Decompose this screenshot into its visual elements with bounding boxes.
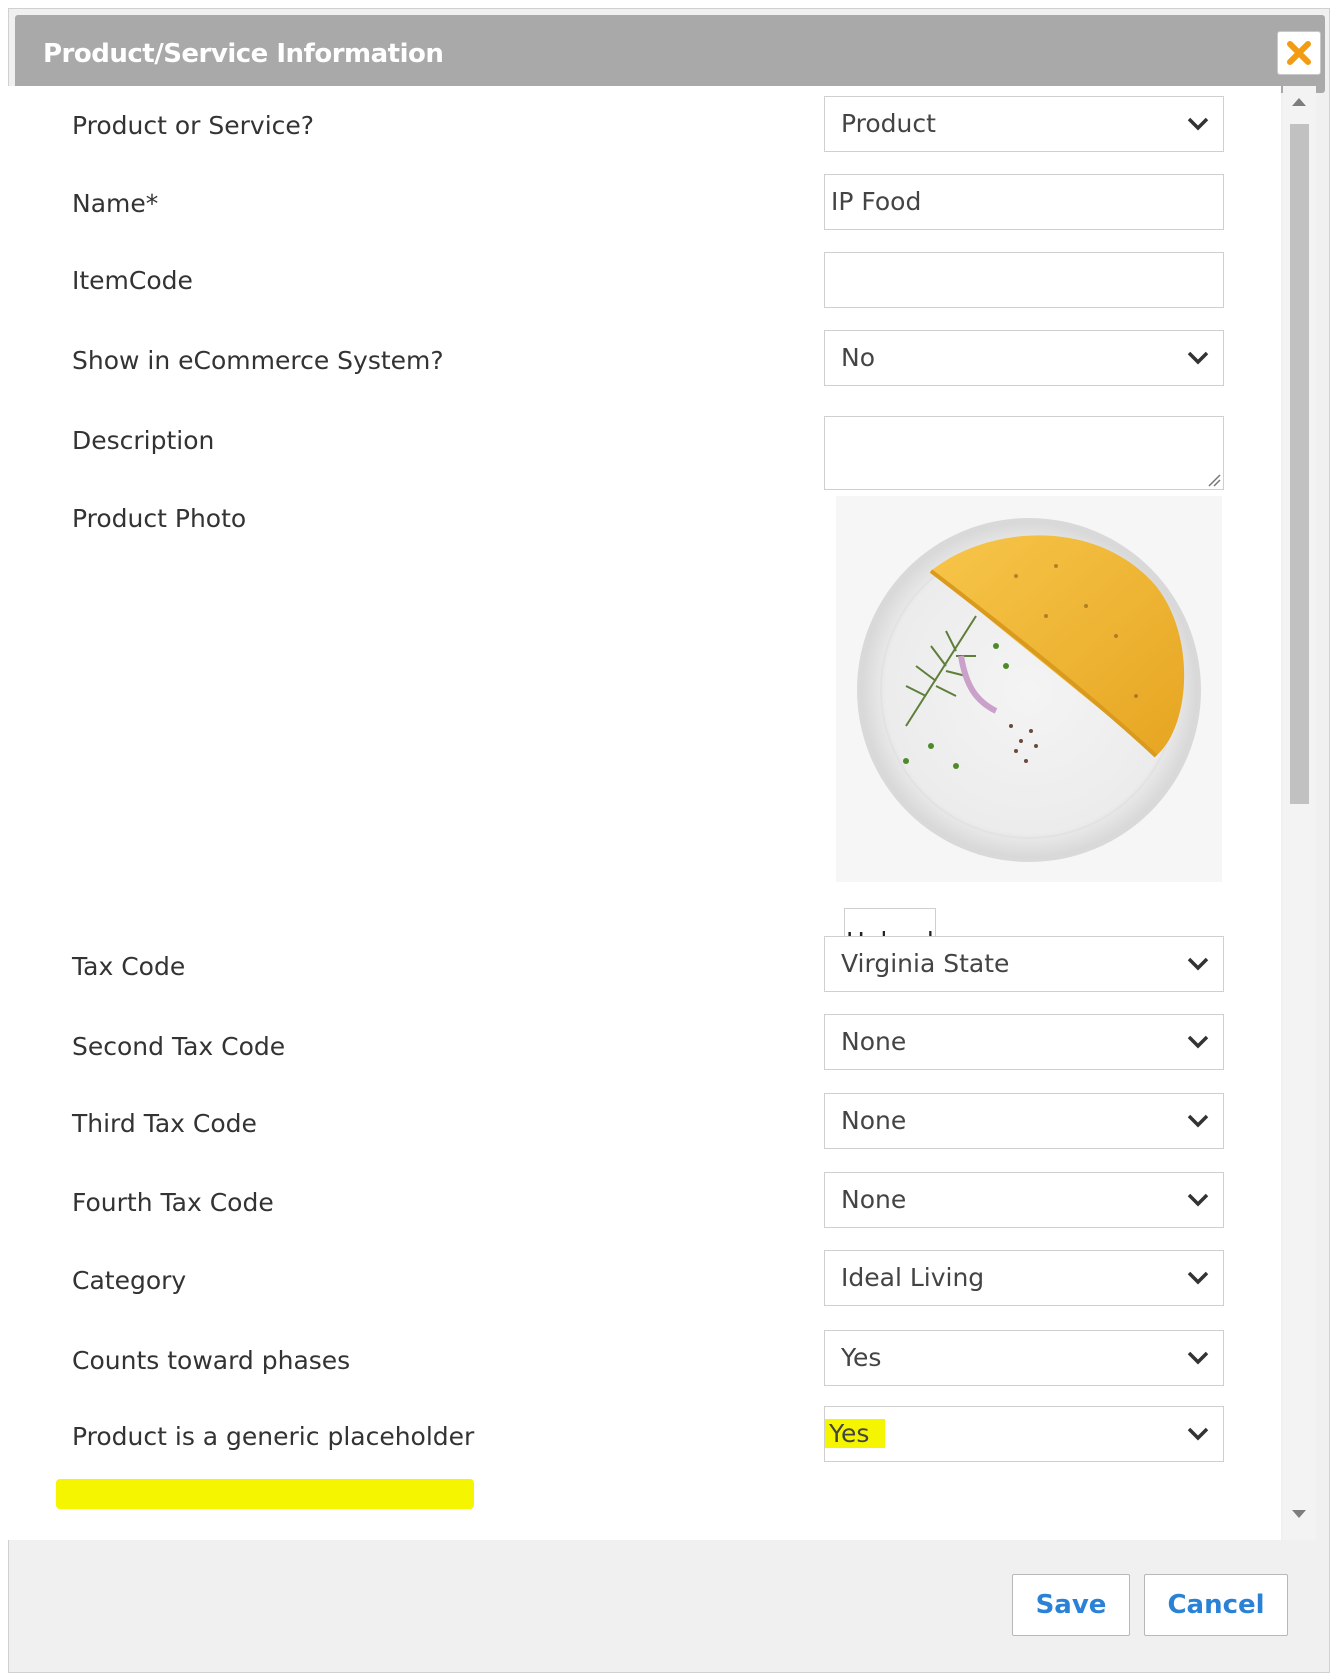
tax-code-select[interactable]: Virginia State bbox=[824, 936, 1224, 992]
category-value: Ideal Living bbox=[841, 1263, 985, 1292]
vertical-scrollbar[interactable] bbox=[1283, 86, 1316, 1540]
third-tax-code-label: Third Tax Code bbox=[72, 1109, 257, 1138]
chevron-down-icon bbox=[1187, 1351, 1209, 1365]
show-ecommerce-select[interactable]: No bbox=[824, 330, 1224, 386]
chevron-down-icon bbox=[1187, 1035, 1209, 1049]
scroll-thumb[interactable] bbox=[1290, 124, 1309, 804]
name-value: IP Food bbox=[831, 187, 922, 216]
category-label: Category bbox=[72, 1266, 187, 1295]
product-photo-image bbox=[836, 496, 1222, 882]
chevron-down-icon bbox=[1187, 117, 1209, 131]
chevron-down-icon bbox=[1187, 1114, 1209, 1128]
counts-toward-phases-label: Counts toward phases bbox=[72, 1346, 351, 1375]
omelette-plate-image bbox=[857, 518, 1201, 862]
resize-grip-icon[interactable] bbox=[1205, 471, 1221, 487]
dialog-title: Product/Service Information bbox=[43, 39, 444, 69]
generic-placeholder-value: Yes bbox=[825, 1419, 886, 1448]
counts-toward-phases-select[interactable]: Yes bbox=[824, 1330, 1224, 1386]
description-textarea[interactable] bbox=[824, 416, 1224, 490]
show-ecommerce-value: No bbox=[841, 343, 875, 372]
scroll-up-arrow-icon[interactable] bbox=[1292, 98, 1306, 106]
product-or-service-label: Product or Service? bbox=[72, 111, 315, 140]
chevron-down-icon bbox=[1187, 1427, 1209, 1441]
generic-placeholder-label: Product is a generic placeholder bbox=[72, 1422, 475, 1451]
product-or-service-select[interactable]: Product bbox=[824, 96, 1224, 152]
description-label: Description bbox=[72, 426, 215, 455]
tax-code-label: Tax Code bbox=[72, 952, 186, 981]
third-tax-code-value: None bbox=[841, 1106, 907, 1135]
name-input[interactable]: IP Food bbox=[824, 174, 1224, 230]
fourth-tax-code-select[interactable]: None bbox=[824, 1172, 1224, 1228]
show-ecommerce-label: Show in eCommerce System? bbox=[72, 346, 444, 375]
close-icon bbox=[1287, 41, 1311, 65]
second-tax-code-label: Second Tax Code bbox=[72, 1032, 286, 1061]
close-button[interactable] bbox=[1277, 31, 1321, 75]
item-code-input[interactable] bbox=[824, 252, 1224, 308]
second-tax-code-select[interactable]: None bbox=[824, 1014, 1224, 1070]
save-button[interactable]: Save bbox=[1012, 1574, 1130, 1636]
name-label: Name* bbox=[72, 189, 159, 218]
third-tax-code-select[interactable]: None bbox=[824, 1093, 1224, 1149]
label-highlight bbox=[56, 1479, 474, 1509]
category-select[interactable]: Ideal Living bbox=[824, 1250, 1224, 1306]
second-tax-code-value: None bbox=[841, 1027, 907, 1056]
product-photo-label: Product Photo bbox=[72, 504, 247, 533]
scroll-down-arrow-icon[interactable] bbox=[1292, 1510, 1306, 1518]
chevron-down-icon bbox=[1187, 1193, 1209, 1207]
counts-toward-phases-value: Yes bbox=[841, 1343, 882, 1372]
tax-code-value: Virginia State bbox=[841, 949, 1010, 978]
chevron-down-icon bbox=[1187, 1271, 1209, 1285]
chevron-down-icon bbox=[1187, 351, 1209, 365]
chevron-down-icon bbox=[1187, 957, 1209, 971]
fourth-tax-code-value: None bbox=[841, 1185, 907, 1214]
fourth-tax-code-label: Fourth Tax Code bbox=[72, 1188, 274, 1217]
cancel-button[interactable]: Cancel bbox=[1144, 1574, 1288, 1636]
item-code-label: ItemCode bbox=[72, 266, 193, 295]
product-or-service-value: Product bbox=[841, 109, 936, 138]
form-content: Product or Service? Product Name* IP Foo… bbox=[6, 86, 1281, 1540]
dialog-titlebar: Product/Service Information bbox=[15, 15, 1325, 93]
generic-placeholder-select[interactable]: Yes bbox=[824, 1406, 1224, 1462]
